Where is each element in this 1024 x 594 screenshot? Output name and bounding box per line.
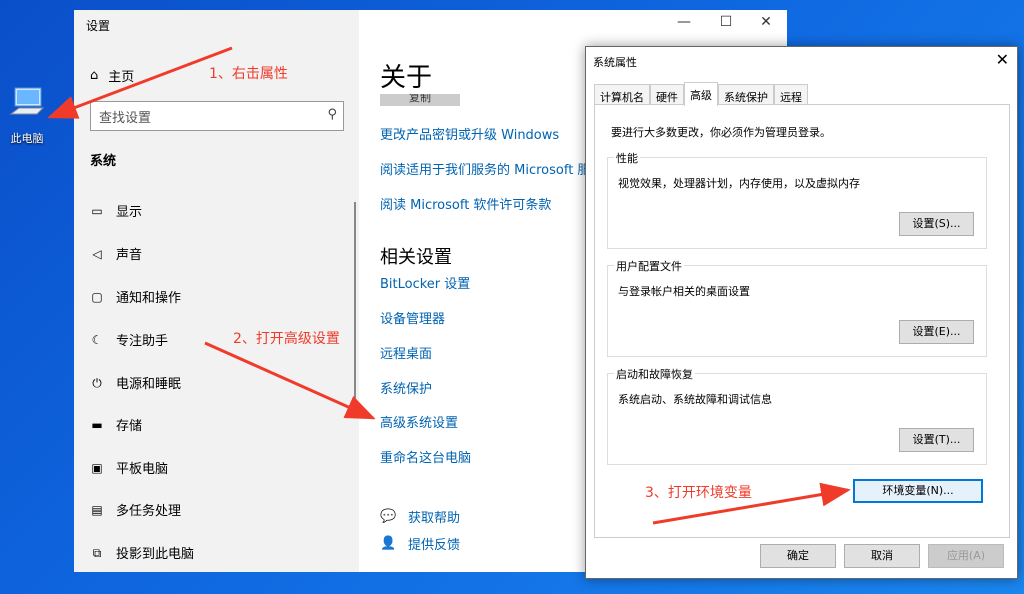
tab-advanced[interactable]: 高级 [684,82,718,106]
arrow-step-1 [47,46,233,119]
arrow-step-3 [652,482,851,525]
annotation-arrows [47,46,851,525]
arrow-step-2 [204,341,376,420]
